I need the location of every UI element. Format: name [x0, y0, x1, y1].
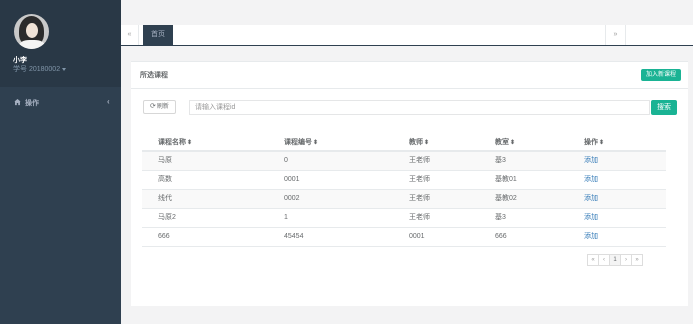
- cell-course-id: 0: [284, 157, 288, 164]
- pagination: « ‹ 1 › »: [587, 254, 643, 266]
- table-header: 课程名称⬍ 课程编号⬍ 教师⬍ 教室⬍ 操作⬍: [142, 134, 666, 152]
- course-panel: 所选课程 加入新课程 ⟳刷新 搜索 课程名称⬍ 课程编号⬍ 教师⬍ 教室⬍ 操作…: [131, 61, 688, 306]
- cell-classroom: 基3: [495, 214, 506, 221]
- tab-scroll-left-button[interactable]: «: [121, 25, 139, 45]
- cell-classroom: 基教01: [495, 176, 517, 183]
- sort-icon: ⬍: [424, 140, 430, 146]
- sort-icon: ⬍: [187, 140, 193, 146]
- column-header-course-id[interactable]: 课程编号⬍: [284, 134, 318, 152]
- user-id-dropdown[interactable]: 学号 20180002: [13, 64, 67, 74]
- home-icon: [14, 98, 21, 106]
- add-link[interactable]: 添加: [584, 152, 598, 170]
- cell-course-id: 45454: [284, 233, 304, 240]
- cell-teacher: 王老师: [409, 195, 430, 202]
- table-row: 线代 0002 王老师 基教02 添加: [142, 190, 666, 209]
- tab-scroll-right-button[interactable]: »: [605, 25, 625, 45]
- profile-panel: 小李 学号 20180002: [0, 0, 121, 87]
- add-link[interactable]: 添加: [584, 190, 598, 208]
- tab-home[interactable]: 首页: [143, 25, 173, 45]
- cell-classroom: 666: [495, 233, 507, 240]
- cell-course-id: 0001: [284, 176, 300, 183]
- add-link[interactable]: 添加: [584, 228, 598, 246]
- last-page-button[interactable]: »: [631, 254, 643, 266]
- sort-icon: ⬍: [599, 140, 605, 146]
- cell-course-name: 马原: [158, 157, 172, 164]
- tab-bar: « 首页 »: [121, 25, 693, 46]
- chevron-left-icon: ‹: [107, 97, 110, 106]
- top-bar: [121, 0, 693, 25]
- cell-course-id: 1: [284, 214, 288, 221]
- sort-icon: ⬍: [510, 140, 516, 146]
- table-row: 666 45454 0001 666 添加: [142, 228, 666, 247]
- table-row: 高数 0001 王老师 基教01 添加: [142, 171, 666, 190]
- column-header-teacher[interactable]: 教师⬍: [409, 134, 429, 152]
- add-link[interactable]: 添加: [584, 171, 598, 189]
- cell-classroom: 基3: [495, 157, 506, 164]
- tab-bar-extra: [625, 25, 693, 45]
- add-link[interactable]: 添加: [584, 209, 598, 227]
- cell-classroom: 基教02: [495, 195, 517, 202]
- refresh-icon: ⟳: [150, 103, 156, 110]
- panel-title: 所选课程: [140, 72, 168, 79]
- sidebar: 小李 学号 20180002 操作 ‹: [0, 0, 121, 324]
- cell-course-name: 高数: [158, 176, 172, 183]
- sidebar-item-operations[interactable]: 操作 ‹: [0, 95, 121, 111]
- sidebar-item-label: 操作: [25, 100, 39, 107]
- table-row: 马原 0 王老师 基3 添加: [142, 152, 666, 171]
- caret-down-icon: [62, 67, 67, 71]
- column-header-actions[interactable]: 操作⬍: [584, 134, 604, 152]
- cell-teacher: 王老师: [409, 157, 430, 164]
- column-header-course-name[interactable]: 课程名称⬍: [158, 134, 192, 152]
- column-header-classroom[interactable]: 教室⬍: [495, 134, 515, 152]
- cell-course-name: 666: [158, 233, 170, 240]
- refresh-button[interactable]: ⟳刷新: [143, 100, 176, 114]
- refresh-label: 刷新: [156, 104, 169, 110]
- cell-teacher: 王老师: [409, 176, 430, 183]
- course-table: 课程名称⬍ 课程编号⬍ 教师⬍ 教室⬍ 操作⬍ 马原 0 王老师 基3 添加 高…: [142, 134, 666, 247]
- table-row: 马原2 1 王老师 基3 添加: [142, 209, 666, 228]
- user-id-label: 学号 20180002: [13, 66, 61, 73]
- cell-course-name: 马原2: [158, 214, 176, 221]
- sort-icon: ⬍: [313, 140, 319, 146]
- avatar[interactable]: [14, 14, 49, 49]
- search-input[interactable]: [189, 100, 650, 115]
- cell-course-name: 线代: [158, 195, 172, 202]
- cell-course-id: 0002: [284, 195, 300, 202]
- divider: [131, 88, 688, 89]
- cell-teacher: 王老师: [409, 214, 430, 221]
- search-button[interactable]: 搜索: [651, 100, 677, 115]
- add-course-button[interactable]: 加入新课程: [641, 69, 681, 81]
- cell-teacher: 0001: [409, 233, 425, 240]
